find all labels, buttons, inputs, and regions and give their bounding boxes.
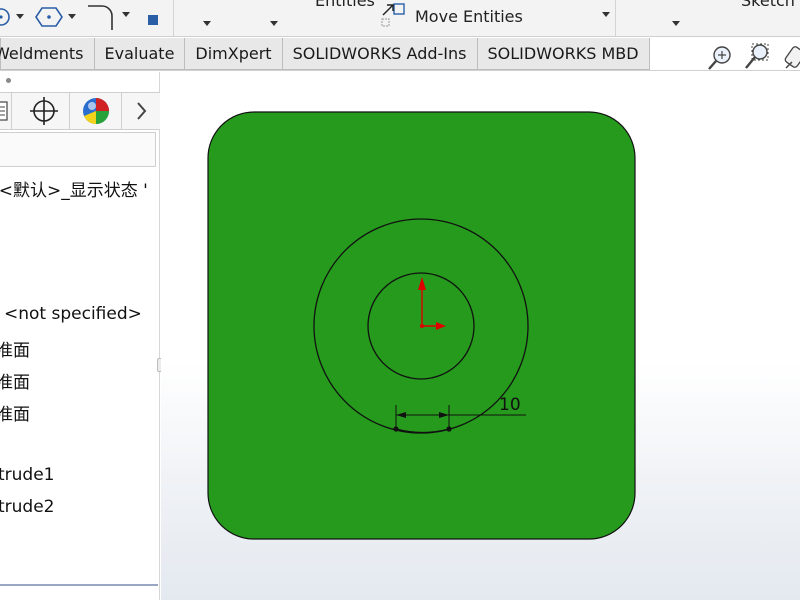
dimension-value[interactable]: 10	[499, 395, 521, 415]
fillet-tool-icon[interactable]	[86, 2, 116, 36]
tree-extrude-1[interactable]: trude1	[0, 465, 55, 485]
entities-label[interactable]: Entities	[315, 0, 375, 10]
move-entities-dropdown[interactable]	[602, 12, 610, 17]
fillet-tool-dropdown[interactable]	[122, 12, 130, 17]
panel-bottom-divider	[0, 584, 158, 586]
tab-evaluate[interactable]: Evaluate	[93, 38, 186, 70]
command-manager-tabs: Weldments Evaluate DimXpert SOLIDWORKS A…	[0, 38, 800, 71]
tree-plane-top[interactable]: 准面	[0, 368, 30, 393]
move-entities-button[interactable]: Move Entities	[415, 7, 523, 26]
sketch-canvas[interactable]: 10	[161, 72, 800, 600]
tree-extrude-2[interactable]: trude2	[0, 497, 55, 517]
heads-up-view-toolbar	[700, 42, 800, 70]
tab-solidworks-add-ins[interactable]: SOLIDWORKS Add-Ins	[281, 38, 478, 70]
appearance-ball-icon	[83, 98, 109, 124]
panel-tab-strip	[0, 92, 160, 130]
polygon-tool-dropdown[interactable]	[68, 14, 76, 19]
circle-tool-dropdown[interactable]	[16, 14, 24, 19]
property-manager-tab[interactable]	[0, 93, 12, 129]
panel-scroll-right-button[interactable]	[122, 93, 160, 129]
dimxpert-manager-tab[interactable]	[18, 93, 70, 129]
toolbar-separator	[173, 0, 174, 36]
tab-weldments[interactable]: Weldments	[0, 38, 95, 70]
point-tool-icon[interactable]	[147, 11, 159, 30]
crosshair-icon	[30, 97, 58, 125]
tab-dimxpert[interactable]: DimXpert	[184, 38, 283, 70]
tree-plane-front[interactable]: 准面	[0, 336, 30, 361]
convert-entities-dropdown[interactable]	[270, 21, 278, 26]
display-manager-tab[interactable]	[70, 93, 122, 129]
feature-manager-panel: :<默认>_显示状态 ' <not specified> 准面 准面 准面 tr…	[0, 72, 160, 600]
tab-strip: Weldments Evaluate DimXpert SOLIDWORKS A…	[0, 38, 650, 71]
tree-material[interactable]: <not specified>	[4, 304, 142, 324]
tree-plane-right[interactable]: 准面	[0, 400, 30, 425]
graphics-area[interactable]: 10	[161, 72, 800, 600]
display-relations-dropdown[interactable]	[672, 21, 680, 26]
circle-tool-icon[interactable]	[0, 6, 12, 32]
tree-filter-box[interactable]	[0, 132, 156, 167]
panel-grip-handle[interactable]	[6, 78, 11, 83]
sketch-entities-dropdown[interactable]	[203, 21, 211, 26]
tree-display-state[interactable]: :<默认>_显示状态 '	[0, 176, 148, 201]
move-entities-icon[interactable]	[380, 2, 408, 34]
tab-solidworks-mbd[interactable]: SOLIDWORKS MBD	[476, 38, 650, 70]
zoom-to-area-icon[interactable]	[742, 42, 772, 76]
polygon-tool-icon[interactable]	[34, 3, 64, 35]
toolbar-separator	[615, 0, 616, 36]
chevron-right-icon	[137, 102, 147, 120]
command-toolbar: Entities Move Entities Sketch	[0, 0, 800, 37]
sketch-label[interactable]: Sketch	[741, 0, 795, 10]
property-manager-icon	[0, 101, 8, 121]
